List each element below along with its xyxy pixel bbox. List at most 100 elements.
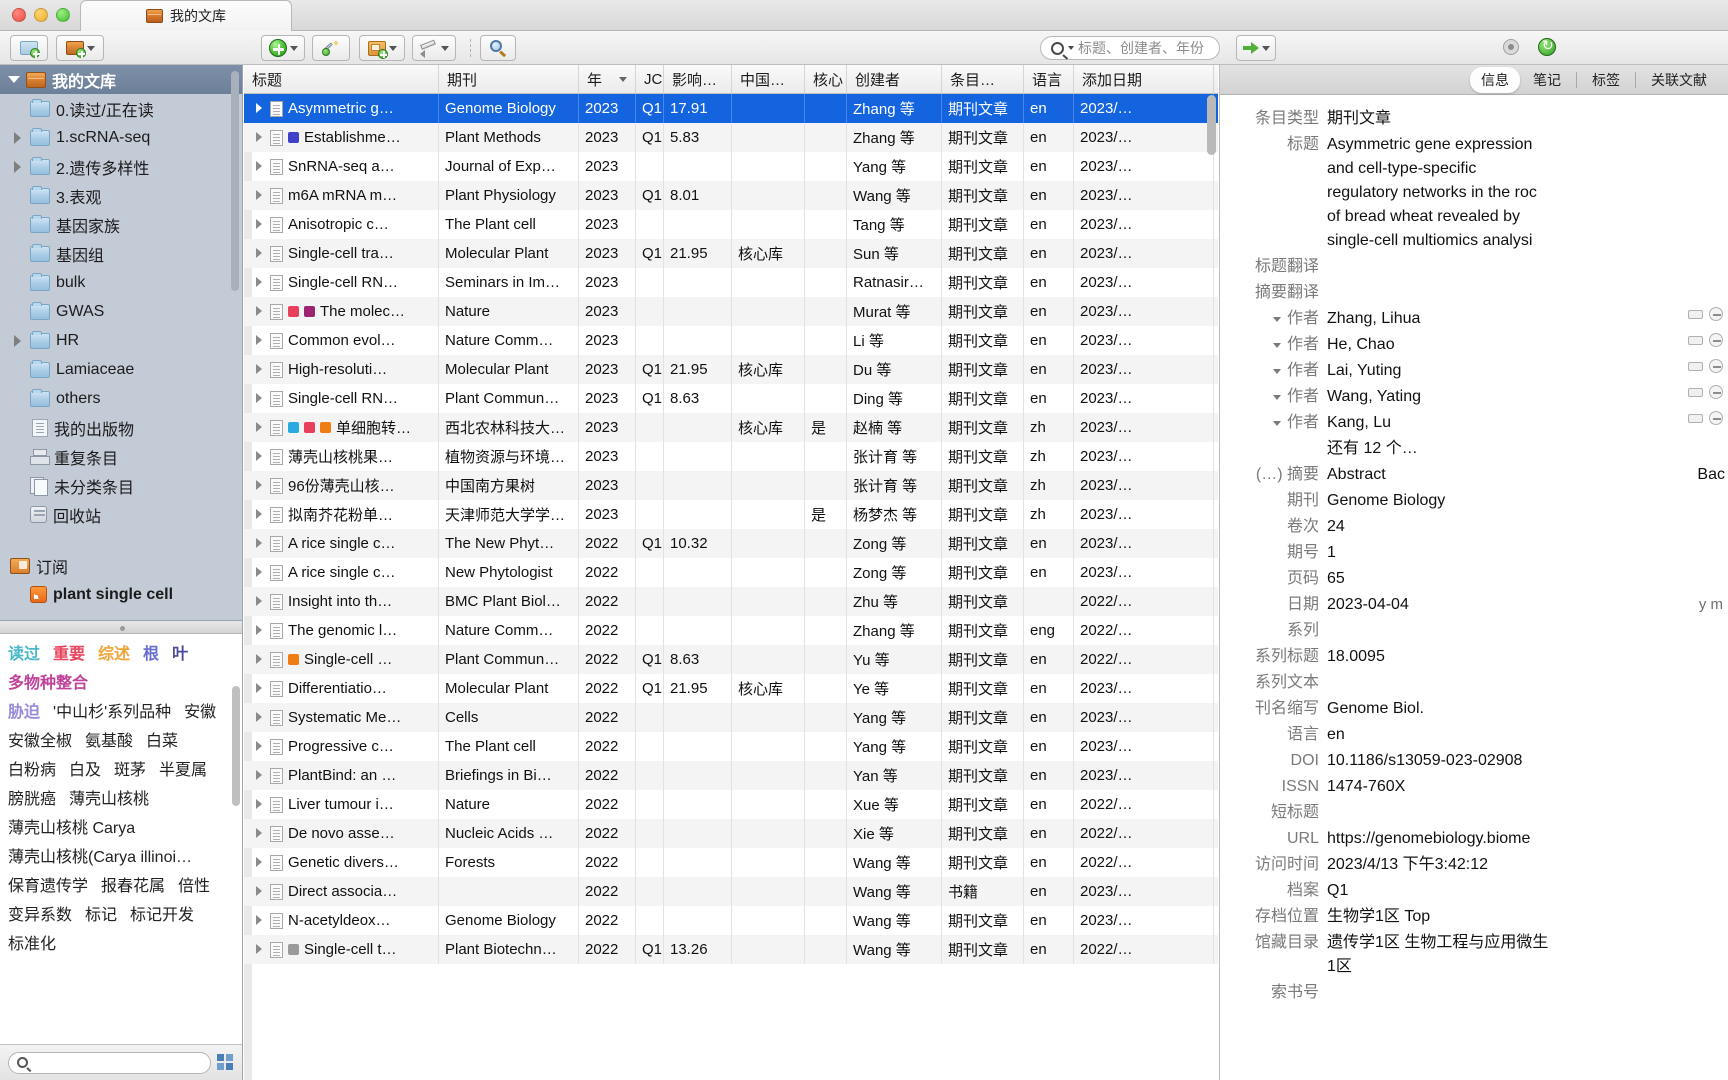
item-field-value[interactable]: 24 bbox=[1327, 515, 1728, 539]
table-row[interactable]: Anisotropic c… The Plant cell 2023 Tang 等期刊… bbox=[244, 210, 1218, 239]
sidebar-item-read[interactable]: 0.读过/正在读 bbox=[0, 94, 242, 123]
advanced-search-button[interactable] bbox=[480, 35, 516, 61]
tag-chip[interactable]: 根 bbox=[143, 646, 159, 663]
tag-chip[interactable]: 变异系数 bbox=[8, 907, 72, 924]
item-field-value[interactable]: 1474-760X bbox=[1327, 775, 1728, 799]
expand-row-icon[interactable] bbox=[254, 306, 265, 317]
abstract-toggle[interactable]: (…) bbox=[1256, 466, 1287, 483]
switch-name-mode-button[interactable] bbox=[1688, 335, 1703, 345]
expand-row-icon[interactable] bbox=[254, 161, 265, 172]
table-row[interactable]: Differentiatio… Molecular Plant 2022 Q1 21.9… bbox=[244, 674, 1218, 703]
switch-name-mode-button[interactable] bbox=[1688, 361, 1703, 371]
table-row[interactable]: 96份薄壳山核… 中国南方果树 2023 张计育 等期刊文章 zh 2023/… bbox=[244, 471, 1218, 500]
item-field-value[interactable]: 18.0095 bbox=[1327, 645, 1728, 669]
expand-row-icon[interactable] bbox=[254, 886, 265, 897]
expand-row-icon[interactable] bbox=[254, 393, 265, 404]
table-row[interactable]: Establishme… Plant Methods 2023 Q1 5.83 Zhang… bbox=[244, 123, 1218, 152]
tag-chip[interactable]: 安徽全椒 bbox=[8, 733, 72, 750]
expand-row-icon[interactable] bbox=[254, 683, 265, 694]
item-field-value[interactable]: 期刊文章 bbox=[1327, 107, 1728, 131]
remove-author-button[interactable] bbox=[1709, 411, 1723, 425]
new-note-button[interactable] bbox=[412, 35, 456, 61]
item-field-value[interactable]: Asymmetric gene expression and cell-type… bbox=[1327, 133, 1728, 253]
table-row[interactable]: 单细胞转… 西北农林科技大… 2023 核心库是赵楠 等期刊文章 zh 2023/… bbox=[244, 413, 1218, 442]
minimize-window-button[interactable] bbox=[34, 8, 48, 22]
table-row[interactable]: Common evol… Nature Comm… 2023 Li 等期刊文章 en 20… bbox=[244, 326, 1218, 355]
tag-chip[interactable]: 标记 bbox=[85, 907, 117, 924]
item-field-value[interactable]: 生物学1区 Top bbox=[1327, 905, 1728, 929]
tab-tags[interactable]: 标签 bbox=[1581, 67, 1631, 93]
tag-chip[interactable]: 薄壳山核桃 bbox=[69, 791, 149, 808]
item-field-value[interactable]: 10.1186/s13059-023-02908 bbox=[1327, 749, 1728, 773]
column-header-journal[interactable]: 期刊 bbox=[439, 65, 579, 93]
tab-notes[interactable]: 笔记 bbox=[1522, 67, 1572, 93]
table-row[interactable]: Single-cell t… Plant Biotechn… 2022 Q1 13.26… bbox=[244, 935, 1218, 964]
tag-chip[interactable]: 半夏属 bbox=[159, 762, 207, 779]
items-scrollbar[interactable] bbox=[1207, 95, 1216, 155]
item-field-value[interactable]: Q1 bbox=[1327, 879, 1728, 903]
sidebar-item-my-library[interactable]: 我的文库 bbox=[0, 65, 242, 94]
expand-row-icon[interactable] bbox=[254, 770, 265, 781]
search-input[interactable]: 标题、创建者、年份 bbox=[1040, 36, 1220, 60]
chevron-down-icon[interactable] bbox=[1272, 368, 1281, 374]
sidebar-item-gwas[interactable]: GWAS bbox=[0, 297, 242, 326]
sidebar-item-genome[interactable]: 基因组 bbox=[0, 239, 242, 268]
table-row[interactable]: Systematic Me… Cells 2022 Yang 等期刊文章 en 2023/… bbox=[244, 703, 1218, 732]
tag-chip[interactable]: 倍性 bbox=[178, 878, 210, 895]
column-header-china[interactable]: 中国… bbox=[732, 65, 805, 93]
column-header-jc[interactable]: JC bbox=[636, 65, 664, 93]
expand-row-icon[interactable] bbox=[254, 741, 265, 752]
tag-chip[interactable]: 标准化 bbox=[8, 936, 56, 953]
table-row[interactable]: m6A mRNA m… Plant Physiology 2023 Q1 8.01 Wan… bbox=[244, 181, 1218, 210]
remove-author-button[interactable] bbox=[1709, 359, 1723, 373]
sidebar-item-plant-single-cell[interactable]: plant single cell bbox=[0, 580, 242, 609]
tag-filter-input[interactable] bbox=[8, 1051, 211, 1074]
tag-chip[interactable]: '中山杉'系列品种 bbox=[53, 704, 171, 721]
expand-row-icon[interactable] bbox=[254, 828, 265, 839]
tag-chip[interactable]: 氨基酸 bbox=[85, 733, 133, 750]
locate-button[interactable] bbox=[1236, 35, 1276, 61]
expand-row-icon[interactable] bbox=[254, 712, 265, 723]
expand-row-icon[interactable] bbox=[254, 538, 265, 549]
sidebar-item-scrnaseq[interactable]: 1.scRNA-seq bbox=[0, 123, 242, 152]
table-row[interactable]: 薄壳山核桃果… 植物资源与环境… 2023 张计育 等期刊文章 zh 2023/… bbox=[244, 442, 1218, 471]
collections-tree[interactable]: 我的文库 0.读过/正在读 1.scRNA-seq 2.遗传多样性 3.表观 基… bbox=[0, 65, 242, 623]
table-row[interactable]: A rice single c… The New Phyt… 2022 Q1 10.32… bbox=[244, 529, 1218, 558]
expand-row-icon[interactable] bbox=[254, 132, 265, 143]
tab-related[interactable]: 关联文献 bbox=[1640, 67, 1718, 93]
table-row[interactable]: Single-cell RN… Plant Commun… 2023 Q1 8.63 Di… bbox=[244, 384, 1218, 413]
items-table-body[interactable]: Asymmetric g… Genome Biology 2023 Q1 17.91 Zh… bbox=[244, 94, 1218, 1080]
item-field-value[interactable]: Zhang, Lihua bbox=[1327, 307, 1688, 331]
add-attachment-button[interactable] bbox=[359, 35, 405, 61]
expand-row-icon[interactable] bbox=[254, 509, 265, 520]
table-row[interactable]: High-resoluti… Molecular Plant 2023 Q1 21.95… bbox=[244, 355, 1218, 384]
sidebar-item-bulk[interactable]: bulk bbox=[0, 268, 242, 297]
expand-row-icon[interactable] bbox=[254, 248, 265, 259]
tag-grid-icon[interactable] bbox=[217, 1053, 235, 1072]
tag-chip[interactable]: 膀胱癌 bbox=[8, 791, 56, 808]
add-by-identifier-button[interactable] bbox=[312, 35, 350, 61]
expand-row-icon[interactable] bbox=[254, 625, 265, 636]
sidebar-item-my-publications[interactable]: 我的出版物 bbox=[0, 413, 242, 442]
item-field-value[interactable]: Genome Biology bbox=[1327, 489, 1728, 513]
column-header-title[interactable]: 标题 bbox=[244, 65, 439, 93]
chevron-right-icon[interactable] bbox=[12, 160, 24, 173]
table-row[interactable]: Single-cell tra… Molecular Plant 2023 Q1 21.… bbox=[244, 239, 1218, 268]
switch-name-mode-button[interactable] bbox=[1688, 309, 1703, 319]
library-tab[interactable]: 我的文库 bbox=[80, 0, 292, 31]
item-field-value[interactable]: Genome Biol. bbox=[1327, 697, 1728, 721]
table-row[interactable]: Asymmetric g… Genome Biology 2023 Q1 17.91 Zh… bbox=[244, 94, 1218, 123]
table-row[interactable]: Liver tumour i… Nature 2022 Xue 等期刊文章 en 2022… bbox=[244, 790, 1218, 819]
tag-chip[interactable]: 白粉病 bbox=[8, 762, 56, 779]
tag-selector-splitter[interactable] bbox=[0, 620, 242, 634]
column-header-core[interactable]: 核心 bbox=[805, 65, 847, 93]
chevron-right-icon[interactable] bbox=[12, 334, 24, 347]
expand-row-icon[interactable] bbox=[254, 451, 265, 462]
switch-name-mode-button[interactable] bbox=[1688, 413, 1703, 423]
item-field-value[interactable]: https://genomebiology.biome bbox=[1327, 827, 1728, 851]
new-item-button[interactable] bbox=[261, 35, 305, 61]
table-row[interactable]: Direct associa… 2022 Wang 等书籍 en 2023/… bbox=[244, 877, 1218, 906]
column-header-year[interactable]: 年 bbox=[579, 65, 636, 93]
tag-chip[interactable]: 胁迫 bbox=[8, 704, 40, 721]
close-window-button[interactable] bbox=[12, 8, 26, 22]
